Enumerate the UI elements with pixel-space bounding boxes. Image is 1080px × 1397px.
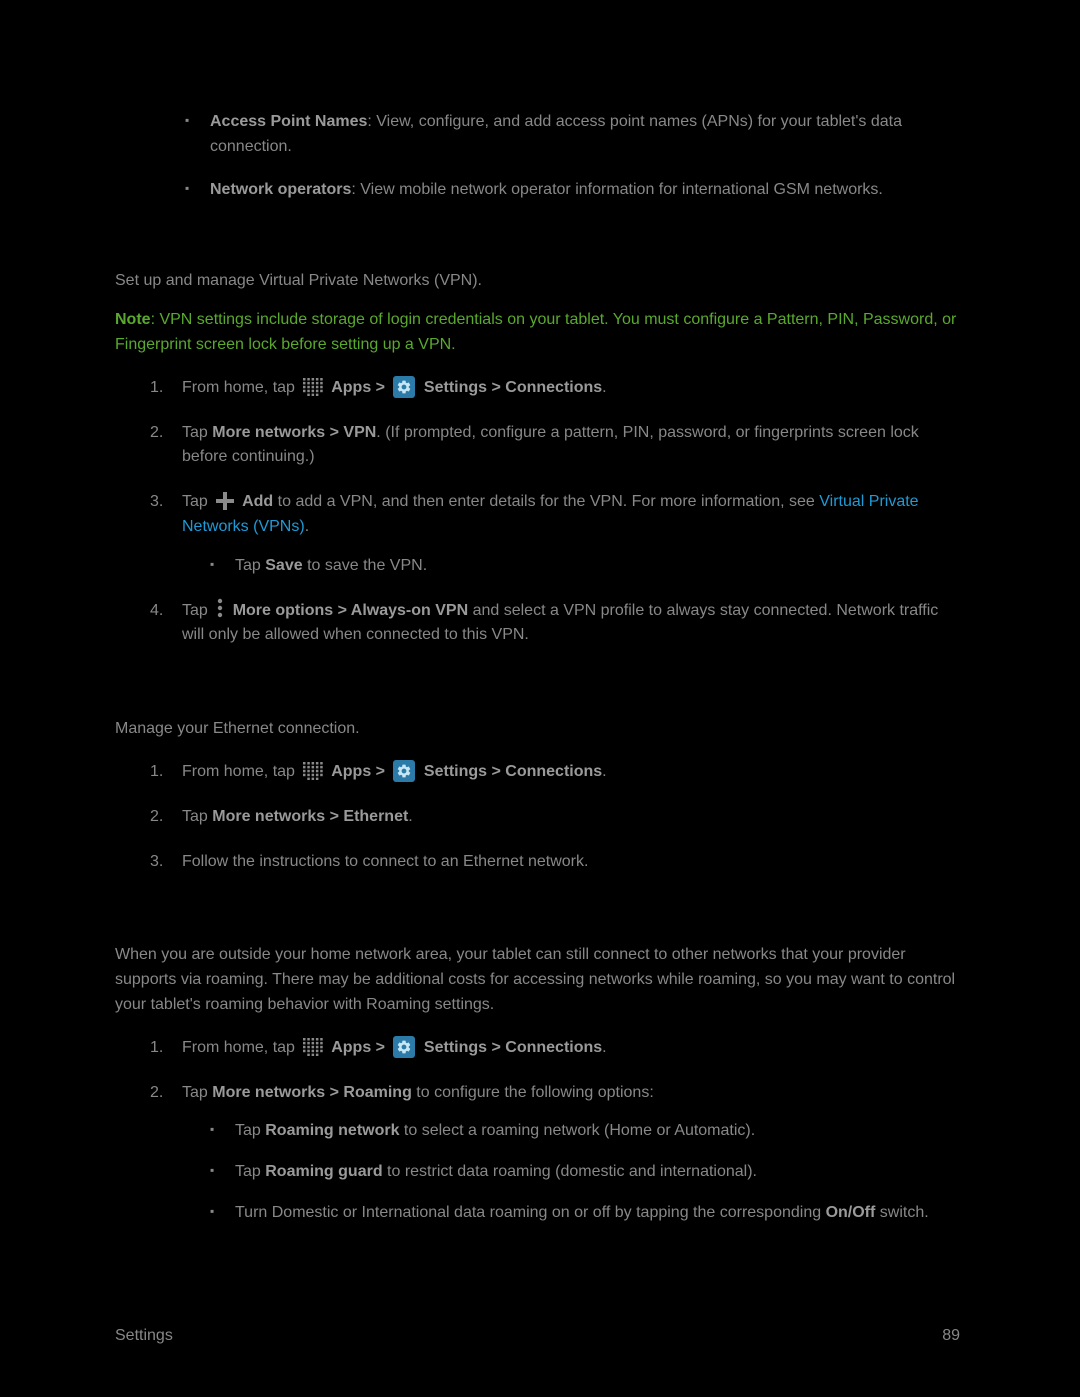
step-number: 2.: [150, 805, 163, 830]
step-text: Tap: [235, 1163, 265, 1180]
vpn-steps: 1. From home, tap Apps > Settings > Conn…: [160, 376, 960, 648]
footer-left: Settings: [115, 1327, 173, 1345]
step-text: Follow the instructions to connect to an…: [182, 853, 588, 870]
step-text: to select a roaming network (Home or Aut…: [399, 1122, 755, 1139]
step-item: 2. Tap More networks > Roaming to config…: [160, 1081, 960, 1226]
list-item: Network operators: View mobile network o…: [185, 178, 960, 203]
step-item: 1. From home, tap Apps > Settings > Conn…: [160, 760, 960, 785]
step-text: to restrict data roaming (domestic and i…: [383, 1163, 757, 1180]
list-item: Tap Save to save the VPN.: [210, 554, 960, 579]
step-number: 3.: [150, 850, 163, 875]
bullet-bold: Access Point Names: [210, 113, 367, 130]
settings-gear-icon: [393, 760, 415, 782]
settings-gear-icon: [393, 376, 415, 398]
step-text: Turn Domestic or International data roam…: [235, 1204, 826, 1221]
step-text: From home, tap: [182, 1039, 299, 1056]
step-text: to configure the following options:: [412, 1084, 654, 1101]
footer-page-number: 89: [942, 1327, 960, 1345]
step-bold: Settings > Connections: [419, 763, 602, 780]
step-bold: More networks > Ethernet: [212, 808, 408, 825]
step-bold: Add: [238, 493, 273, 510]
step-bold: More networks > Roaming: [212, 1084, 412, 1101]
step-text: .: [408, 808, 412, 825]
step-bold: Save: [265, 557, 302, 574]
step-number: 1.: [150, 376, 163, 401]
sub-bullet-list: Tap Save to save the VPN.: [210, 554, 960, 579]
roaming-steps: 1. From home, tap Apps > Settings > Conn…: [160, 1036, 960, 1226]
step-item: 2. Tap More networks > Ethernet.: [160, 805, 960, 830]
step-text: From home, tap: [182, 379, 299, 396]
step-text: .: [602, 379, 606, 396]
step-bold: More options > Always-on VPN: [228, 602, 468, 619]
step-text: Tap: [235, 1122, 265, 1139]
step-item: 3. Tap Add to add a VPN, and then enter …: [160, 490, 960, 578]
step-text: .: [602, 763, 606, 780]
step-text: From home, tap: [182, 763, 299, 780]
step-bold: Apps >: [327, 379, 389, 396]
step-text: Tap: [182, 493, 212, 510]
list-item: Tap Roaming network to select a roaming …: [210, 1119, 960, 1144]
more-vertical-icon: [216, 598, 224, 618]
note-label: Note: [115, 311, 151, 328]
list-item: Tap Roaming guard to restrict data roami…: [210, 1160, 960, 1185]
step-text: .: [602, 1039, 606, 1056]
list-item: Turn Domestic or International data roam…: [210, 1201, 960, 1226]
vpn-intro: Set up and manage Virtual Private Networ…: [115, 269, 960, 294]
ethernet-intro: Manage your Ethernet connection.: [115, 717, 960, 742]
step-number: 4.: [150, 599, 163, 624]
step-number: 2.: [150, 421, 163, 446]
step-item: 4. Tap More options > Always-on VPN and …: [160, 599, 960, 649]
vpn-note: Note: VPN settings include storage of lo…: [115, 308, 960, 358]
step-bold: Roaming guard: [265, 1163, 382, 1180]
step-bold: Settings > Connections: [419, 1039, 602, 1056]
step-text: to save the VPN.: [303, 557, 428, 574]
step-item: 1. From home, tap Apps > Settings > Conn…: [160, 376, 960, 401]
step-text: switch.: [875, 1204, 928, 1221]
step-item: 3. Follow the instructions to connect to…: [160, 850, 960, 875]
apps-grid-icon: [303, 762, 323, 780]
apps-grid-icon: [303, 1038, 323, 1056]
bullet-text: : View mobile network operator informati…: [351, 181, 883, 198]
apps-grid-icon: [303, 378, 323, 396]
step-text: Tap: [235, 557, 265, 574]
step-bold: Apps >: [327, 763, 389, 780]
intro-bullet-list: Access Point Names: View, configure, and…: [185, 110, 960, 202]
step-text: to add a VPN, and then enter details for…: [273, 493, 819, 510]
step-text: Tap: [182, 808, 212, 825]
step-bold: Settings > Connections: [419, 379, 602, 396]
step-text: Tap: [182, 602, 212, 619]
step-number: 3.: [150, 490, 163, 515]
roaming-intro: When you are outside your home network a…: [115, 943, 960, 1017]
step-bold: On/Off: [826, 1204, 876, 1221]
sub-bullet-list: Tap Roaming network to select a roaming …: [210, 1119, 960, 1225]
bullet-bold: Network operators: [210, 181, 351, 198]
step-number: 1.: [150, 760, 163, 785]
plus-icon: [216, 492, 234, 510]
step-bold: Roaming network: [265, 1122, 399, 1139]
step-bold: Apps >: [327, 1039, 389, 1056]
step-item: 1. From home, tap Apps > Settings > Conn…: [160, 1036, 960, 1061]
step-text: Tap: [182, 424, 212, 441]
ethernet-steps: 1. From home, tap Apps > Settings > Conn…: [160, 760, 960, 874]
step-item: 2. Tap More networks > VPN. (If prompted…: [160, 421, 960, 471]
step-text: Tap: [182, 1084, 212, 1101]
step-text: .: [305, 518, 309, 535]
step-number: 2.: [150, 1081, 163, 1106]
note-text: : VPN settings include storage of login …: [115, 311, 956, 353]
settings-gear-icon: [393, 1036, 415, 1058]
step-number: 1.: [150, 1036, 163, 1061]
step-bold: More networks > VPN: [212, 424, 376, 441]
list-item: Access Point Names: View, configure, and…: [185, 110, 960, 160]
page-footer: Settings 89: [115, 1327, 960, 1345]
